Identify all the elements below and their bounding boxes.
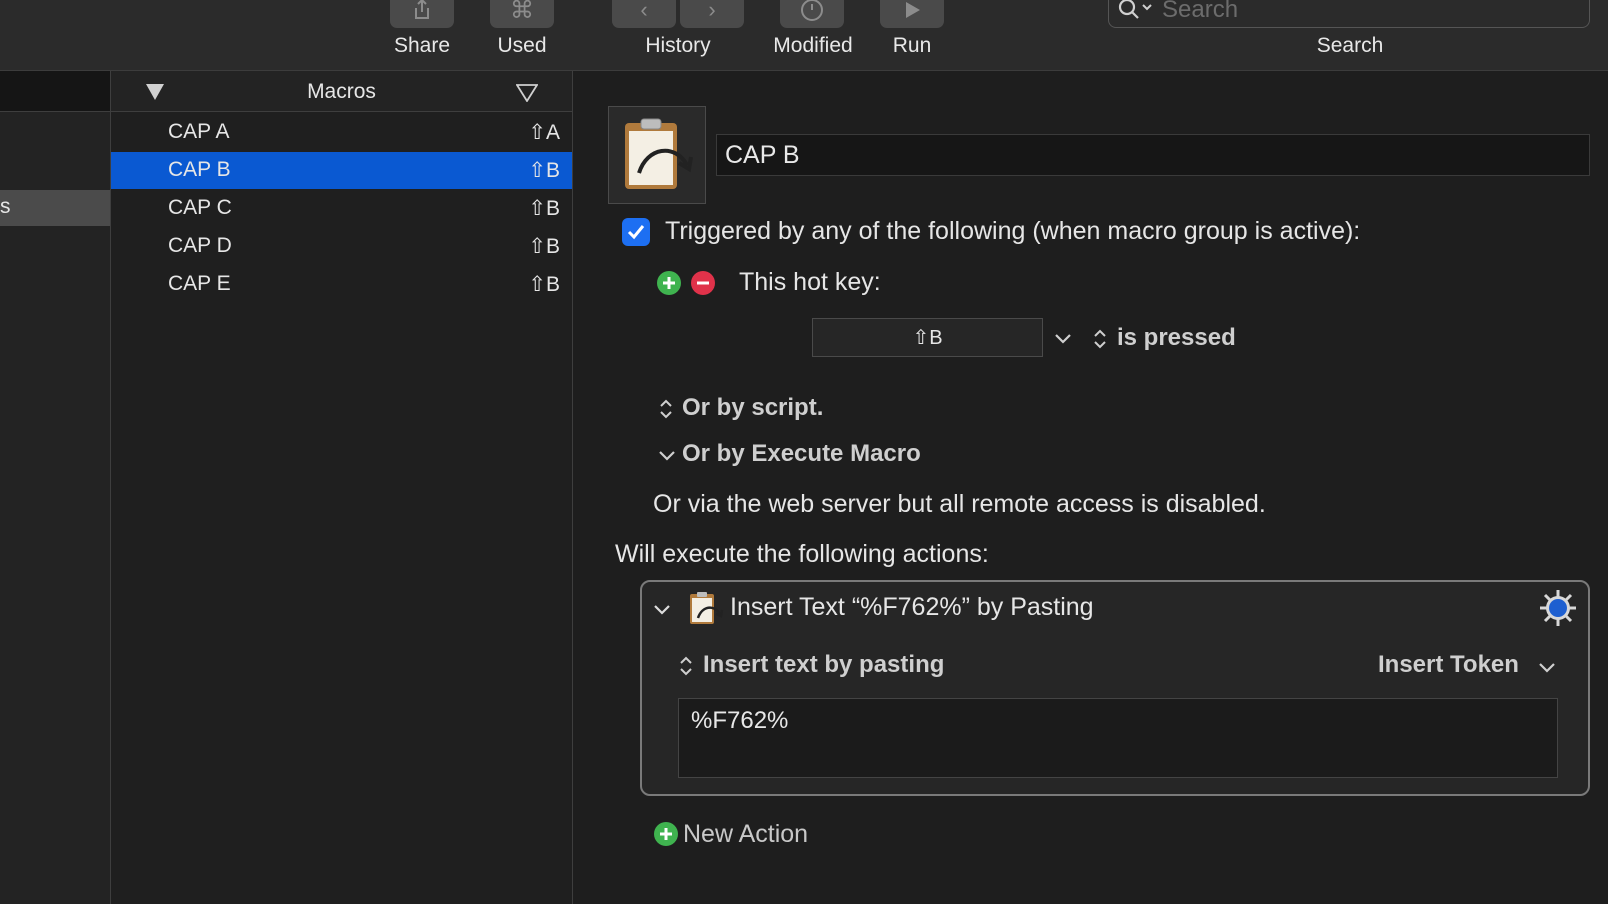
search-label: Search [1316,34,1384,57]
chevron-right-icon: › [708,0,716,22]
macro-name: CAP E [168,272,231,295]
hotkey-condition[interactable]: is pressed [1117,324,1236,352]
macro-name-field[interactable]: CAP B [716,134,1590,176]
used-label: Used [497,34,547,57]
modified-label: Modified [773,34,853,57]
updown-chevron-icon[interactable] [1092,327,1108,351]
history-back-button[interactable]: ‹ [612,0,676,28]
toolbar: Share ⌘ Used ‹ › History Modified Run Se… [0,0,1608,71]
groups-header[interactable] [0,71,110,112]
chevron-down-icon[interactable] [658,450,676,462]
group-name-fragment: s [0,195,11,218]
macro-hotkey: ⇧B [528,159,560,182]
clipboard-paste-icon [625,118,693,189]
share-button[interactable] [390,0,454,28]
action-title: Insert Text “%F762%” by Pasting [730,593,1094,621]
trigger-label: Triggered by any of the following (when … [665,217,1361,245]
macro-name: CAP D [168,234,232,257]
add-trigger-button[interactable] [657,271,681,295]
macro-row-cap-c[interactable]: CAP C ⇧B [111,190,572,227]
share-label: Share [393,34,451,57]
plus-icon [663,277,675,289]
insert-text-field[interactable]: %F762% [678,698,1558,778]
plus-icon [660,828,672,840]
play-icon [906,2,920,18]
macros-header-label: Macros [307,80,376,103]
insert-token-menu[interactable]: Insert Token [1378,651,1519,679]
macros-header[interactable]: Macros [111,71,572,112]
macro-hotkey: ⇧A [528,121,560,144]
command-icon: ⌘ [510,0,534,24]
chevron-left-icon: ‹ [640,0,648,22]
macro-icon-well[interactable] [608,106,706,204]
clock-icon [801,0,823,21]
macro-row-cap-b[interactable]: CAP B ⇧B [111,152,572,189]
insert-text-value: %F762% [691,707,789,734]
gear-icon[interactable] [1538,588,1578,628]
remove-trigger-button[interactable] [691,271,715,295]
modified-button[interactable] [780,0,844,28]
macro-row-cap-e[interactable]: CAP E ⇧B [111,266,572,303]
insert-mode-menu[interactable]: Insert text by pasting [703,651,944,679]
selected-group-row[interactable]: s [0,190,110,226]
share-icon [415,0,429,19]
hotkey-title: This hot key: [739,268,881,296]
history-label: History [645,34,711,57]
search-icon [1118,0,1152,19]
search-placeholder: Search [1162,0,1239,23]
collapse-chevron-icon[interactable] [653,604,671,616]
clipboard-paste-icon [690,592,724,624]
used-button[interactable]: ⌘ [490,0,554,28]
updown-chevron-icon[interactable] [658,397,674,421]
macro-row-cap-a[interactable]: CAP A ⇧A [111,114,572,151]
chevron-down-icon[interactable] [1538,662,1556,674]
macro-hotkey: ⇧B [528,273,560,296]
history-forward-button[interactable]: › [680,0,744,28]
or-by-execute-macro-menu[interactable]: Or by Execute Macro [682,440,921,468]
run-button[interactable] [880,0,944,28]
or-by-script-menu[interactable]: Or by script. [682,394,823,422]
new-action-label[interactable]: New Action [683,820,808,849]
hotkey-value: ⇧B [912,327,943,349]
macro-name: CAP B [168,158,231,181]
hotkey-field[interactable]: ⇧B [812,318,1043,357]
checkmark-icon [627,225,645,240]
macro-name: CAP A [168,120,230,143]
macro-row-cap-d[interactable]: CAP D ⇧B [111,228,572,265]
chevron-down-icon[interactable] [1054,333,1072,345]
macro-hotkey: ⇧B [528,235,560,258]
macro-name-value: CAP B [725,141,800,169]
updown-chevron-icon[interactable] [678,654,694,678]
new-action-button[interactable] [654,822,678,846]
minus-icon [697,281,709,285]
trigger-checkbox[interactable] [622,218,650,246]
macro-hotkey: ⇧B [528,197,560,220]
macro-name: CAP C [168,196,232,219]
web-server-note: Or via the web server but all remote acc… [653,490,1266,518]
actions-heading: Will execute the following actions: [615,540,989,568]
filter-icon[interactable] [516,84,538,102]
run-label: Run [892,34,932,57]
